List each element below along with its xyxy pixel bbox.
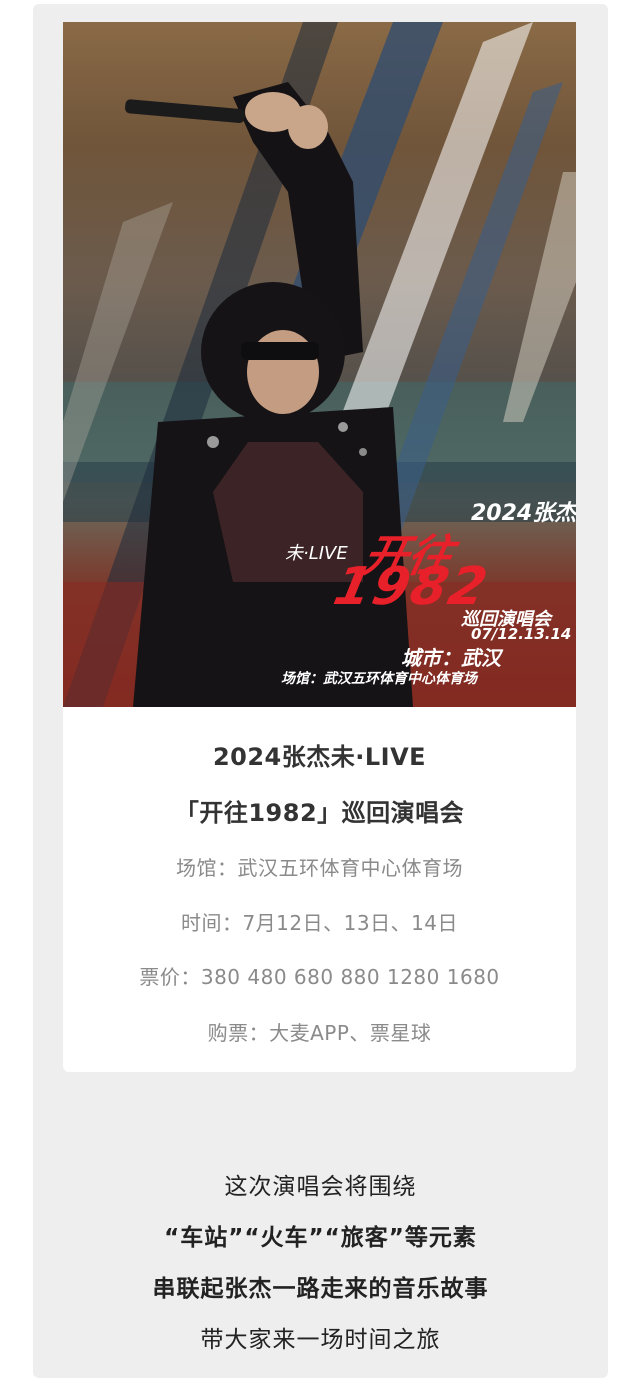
concert-info-panel: 2024张杰未·LIVE 「开往1982」巡回演唱会 场馆：武汉五环体育中心体育… (63, 707, 576, 1072)
info-title-line2: 「开往1982」巡回演唱会 (174, 799, 465, 827)
info-price: 票价：380 480 680 880 1280 1680 (139, 965, 500, 989)
poster-venue: 场馆：武汉五环体育中心体育场 (281, 671, 477, 687)
poster-live-mark: 未·LIVE (285, 543, 348, 564)
concert-poster[interactable]: 2024张杰 未·LIVE 开往 1982 巡回演唱会 07/12.13.14 … (63, 22, 576, 707)
info-time: 时间：7月12日、13日、14日 (180, 911, 459, 935)
info-venue: 场馆：武汉五环体育中心体育场 (176, 856, 463, 880)
caption-line1: 这次演唱会将围绕 (224, 1174, 417, 1200)
caption-line2: “车站”“火车”“旅客”等元素 (164, 1225, 477, 1251)
poster-dates: 07/12.13.14 (471, 625, 572, 643)
info-purchase: 购票：大麦APP、票星球 (207, 1021, 432, 1045)
caption-line4: 带大家来一场时间之旅 (200, 1327, 441, 1353)
info-title-line1: 2024张杰未·LIVE (212, 743, 427, 771)
poster-city: 城市：武汉 (401, 646, 501, 670)
poster-year-artist: 2024张杰 (471, 501, 576, 526)
caption-line3: 串联起张杰一路走来的音乐故事 (152, 1276, 489, 1302)
